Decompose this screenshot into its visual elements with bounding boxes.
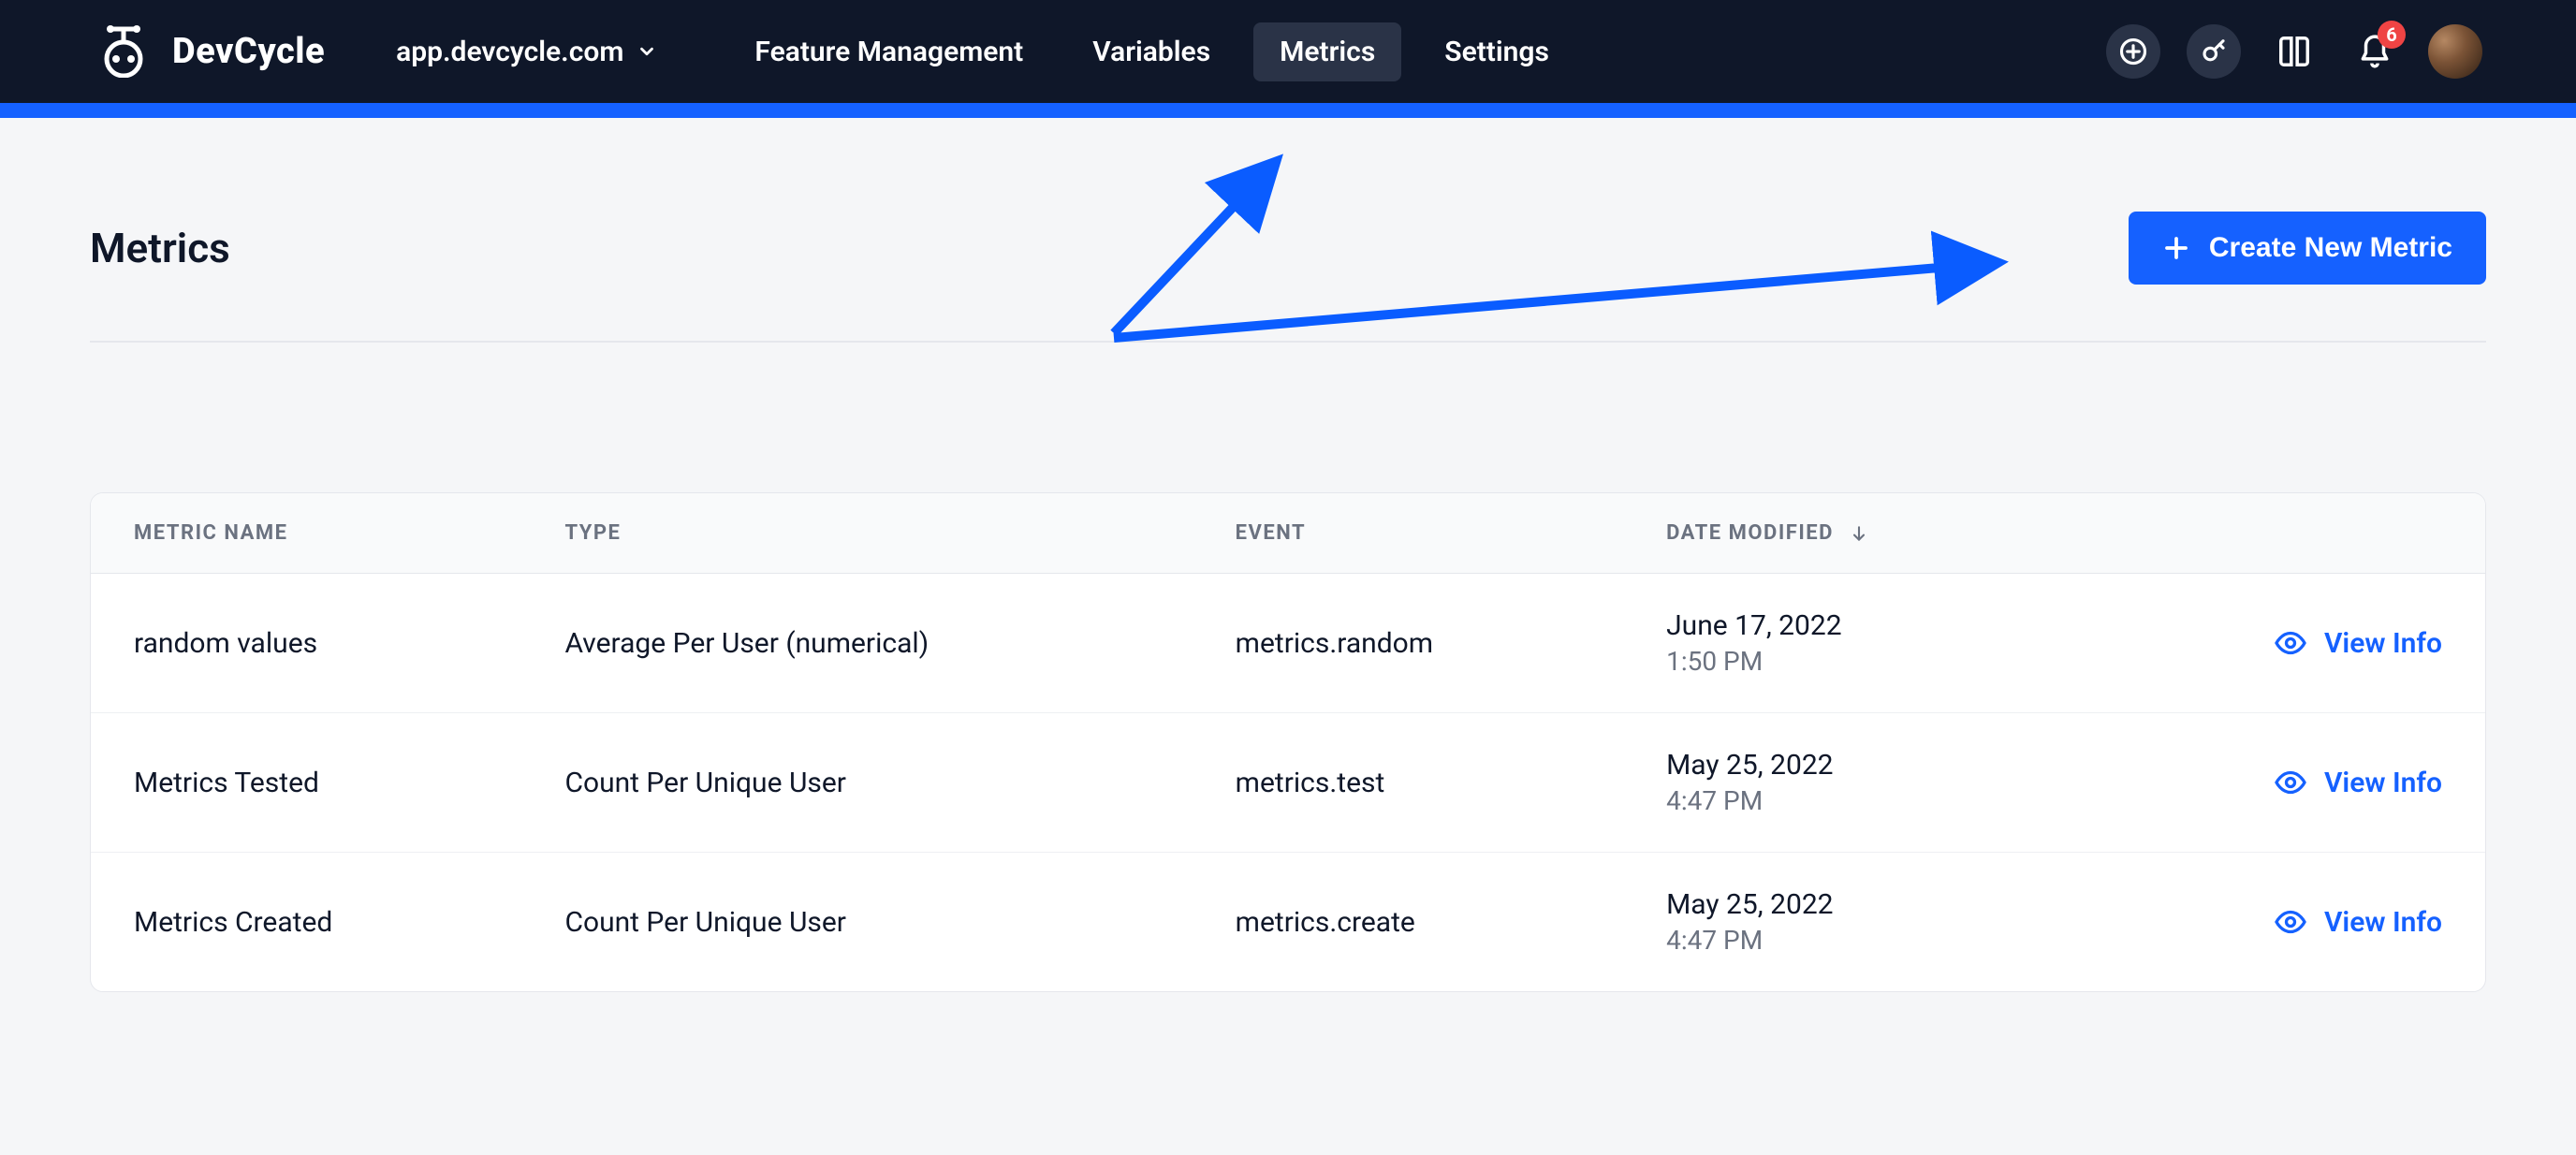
plus-icon <box>2162 234 2190 262</box>
devcycle-logo-icon <box>94 25 154 78</box>
cell-event: metrics.create <box>1193 853 1623 992</box>
docs-button[interactable] <box>2267 24 2321 79</box>
chevron-down-icon <box>637 41 657 62</box>
nav-metrics[interactable]: Metrics <box>1253 22 1401 81</box>
cell-type: Average Per User (numerical) <box>521 574 1192 713</box>
metrics-table: METRIC NAME TYPE EVENT DATE MODIFIED ran… <box>91 493 2485 991</box>
brand-name: DevCycle <box>172 31 325 72</box>
cell-event: metrics.test <box>1193 713 1623 853</box>
nav-links: Feature Management Variables Metrics Set… <box>728 22 1575 81</box>
nav-accent-bar <box>0 103 2576 118</box>
nav-feature-management[interactable]: Feature Management <box>728 22 1049 81</box>
view-info-label: View Info <box>2324 767 2442 799</box>
notifications-button[interactable]: 6 <box>2348 24 2402 79</box>
view-info-link[interactable]: View Info <box>2145 626 2442 660</box>
date-value: May 25, 2022 <box>1666 749 2059 782</box>
col-header-date-modified[interactable]: DATE MODIFIED <box>1623 493 2102 574</box>
project-label: app.devcycle.com <box>396 36 623 68</box>
view-info-link[interactable]: View Info <box>2145 766 2442 799</box>
col-header-type[interactable]: TYPE <box>521 493 1192 574</box>
table-row: Metrics Tested Count Per Unique User met… <box>91 713 2485 853</box>
nav-right: 6 <box>2106 24 2482 79</box>
cell-date: June 17, 2022 1:50 PM <box>1623 574 2102 713</box>
top-nav: DevCycle app.devcycle.com Feature Manage… <box>0 0 2576 103</box>
notification-badge: 6 <box>2378 21 2406 49</box>
date-value: June 17, 2022 <box>1666 609 2059 642</box>
cell-date: May 25, 2022 4:47 PM <box>1623 853 2102 992</box>
table-row: random values Average Per User (numerica… <box>91 574 2485 713</box>
create-metric-button[interactable]: Create New Metric <box>2129 212 2486 285</box>
col-header-name[interactable]: METRIC NAME <box>91 493 521 574</box>
date-value: May 25, 2022 <box>1666 888 2059 921</box>
eye-icon <box>2274 626 2307 660</box>
cell-actions: View Info <box>2102 853 2485 992</box>
cell-event: metrics.random <box>1193 574 1623 713</box>
cell-name: Metrics Tested <box>91 713 521 853</box>
project-selector[interactable]: app.devcycle.com <box>396 36 657 68</box>
view-info-label: View Info <box>2324 906 2442 939</box>
cell-actions: View Info <box>2102 713 2485 853</box>
key-icon <box>2200 37 2228 66</box>
view-info-label: View Info <box>2324 627 2442 660</box>
page-header: Metrics Create New Metric <box>90 118 2486 343</box>
eye-icon <box>2274 766 2307 799</box>
api-keys-button[interactable] <box>2187 24 2241 79</box>
create-metric-label: Create New Metric <box>2209 232 2452 264</box>
arrow-down-icon <box>1850 524 1868 543</box>
nav-variables[interactable]: Variables <box>1066 22 1237 81</box>
cell-type: Count Per Unique User <box>521 853 1192 992</box>
col-header-event[interactable]: EVENT <box>1193 493 1623 574</box>
page-title: Metrics <box>90 224 230 272</box>
view-info-link[interactable]: View Info <box>2145 905 2442 939</box>
eye-icon <box>2274 905 2307 939</box>
time-value: 4:47 PM <box>1666 785 2059 816</box>
user-avatar[interactable] <box>2428 24 2482 79</box>
time-value: 4:47 PM <box>1666 925 2059 956</box>
cell-type: Count Per Unique User <box>521 713 1192 853</box>
metrics-table-card: METRIC NAME TYPE EVENT DATE MODIFIED ran… <box>90 492 2486 992</box>
book-icon <box>2276 34 2312 69</box>
cell-actions: View Info <box>2102 574 2485 713</box>
cell-date: May 25, 2022 4:47 PM <box>1623 713 2102 853</box>
plus-circle-icon <box>2119 37 2147 66</box>
time-value: 1:50 PM <box>1666 646 2059 677</box>
create-button[interactable] <box>2106 24 2160 79</box>
table-row: Metrics Created Count Per Unique User me… <box>91 853 2485 992</box>
page-content: Metrics Create New Metric METRIC NAME TY… <box>0 118 2576 1030</box>
brand-logo[interactable]: DevCycle <box>94 25 325 78</box>
cell-name: Metrics Created <box>91 853 521 992</box>
col-header-actions <box>2102 493 2485 574</box>
nav-settings[interactable]: Settings <box>1418 22 1575 81</box>
cell-name: random values <box>91 574 521 713</box>
